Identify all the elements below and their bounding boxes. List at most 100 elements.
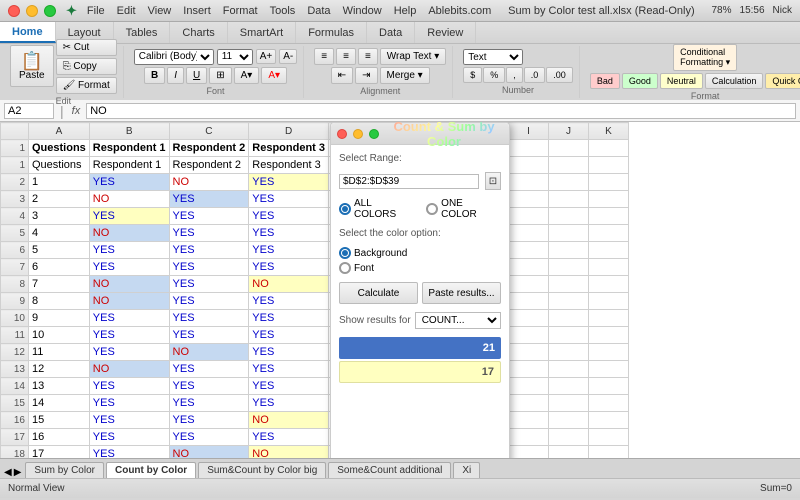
empty-cell[interactable]: [549, 327, 589, 344]
grid-cell[interactable]: YES: [89, 310, 169, 327]
menu-ablebits[interactable]: Ablebits.com: [428, 5, 491, 17]
grid-cell[interactable]: NO: [169, 174, 249, 191]
row-num-12[interactable]: 12: [1, 344, 29, 361]
cell-question[interactable]: 7: [29, 276, 90, 293]
traffic-lights[interactable]: [8, 5, 56, 17]
row-num-16[interactable]: 16: [1, 412, 29, 429]
fill-color-button[interactable]: A▾: [234, 67, 260, 84]
row-num-9[interactable]: 9: [1, 293, 29, 310]
font-radio[interactable]: [339, 262, 351, 274]
currency-button[interactable]: $: [463, 67, 482, 83]
close-button[interactable]: [8, 5, 20, 17]
col-header-i[interactable]: I: [509, 123, 549, 140]
grid-cell[interactable]: YES: [249, 174, 329, 191]
font-color-button[interactable]: A▾: [261, 67, 287, 84]
grid-cell[interactable]: YES: [169, 412, 249, 429]
underline-button[interactable]: U: [186, 67, 207, 84]
one-color-radio[interactable]: [426, 203, 438, 215]
tab-formulas[interactable]: Formulas: [296, 22, 367, 43]
empty-cell[interactable]: [509, 361, 549, 378]
grid-cell[interactable]: YES: [169, 310, 249, 327]
sheet-tab-xi[interactable]: Xi: [453, 462, 480, 478]
cell-question[interactable]: 15: [29, 412, 90, 429]
grid-cell[interactable]: NO: [89, 293, 169, 310]
empty-cell[interactable]: [589, 208, 629, 225]
cell-question[interactable]: 4: [29, 225, 90, 242]
grid-cell[interactable]: NO: [169, 344, 249, 361]
panel-close-button[interactable]: [337, 129, 347, 139]
cut-button[interactable]: ✂ Cut: [56, 39, 117, 56]
bold-button[interactable]: B: [144, 67, 165, 84]
row-num-3[interactable]: 3: [1, 191, 29, 208]
range-input[interactable]: [339, 174, 479, 189]
empty-cell[interactable]: [549, 242, 589, 259]
grid-cell[interactable]: YES: [169, 191, 249, 208]
format-bad[interactable]: Bad: [590, 73, 620, 89]
grid-cell[interactable]: YES: [249, 378, 329, 395]
cell-question[interactable]: 17: [29, 446, 90, 459]
empty-cell[interactable]: [589, 174, 629, 191]
format-neutral[interactable]: Neutral: [660, 73, 703, 89]
cell-d1[interactable]: Respondent 3: [249, 140, 329, 157]
empty-cell[interactable]: [549, 310, 589, 327]
empty-cell[interactable]: [549, 191, 589, 208]
grid-cell[interactable]: YES: [169, 276, 249, 293]
empty-cell[interactable]: [509, 327, 549, 344]
menu-insert[interactable]: Insert: [183, 5, 211, 17]
empty-cell[interactable]: [549, 174, 589, 191]
minimize-button[interactable]: [26, 5, 38, 17]
grid-cell[interactable]: NO: [89, 225, 169, 242]
tab-charts[interactable]: Charts: [170, 22, 227, 43]
empty-cell[interactable]: [509, 344, 549, 361]
grid-cell[interactable]: NO: [249, 446, 329, 459]
empty-cell[interactable]: [589, 310, 629, 327]
empty-cell[interactable]: [589, 276, 629, 293]
format-calculation[interactable]: Calculation: [705, 73, 764, 89]
row-num-5[interactable]: 5: [1, 225, 29, 242]
grid-cell[interactable]: NO: [89, 191, 169, 208]
empty-cell[interactable]: [509, 242, 549, 259]
grid-cell[interactable]: YES: [249, 395, 329, 412]
tab-review[interactable]: Review: [415, 22, 476, 43]
empty-cell[interactable]: [509, 174, 549, 191]
format-good[interactable]: Good: [622, 73, 658, 89]
grid-cell[interactable]: Respondent 1: [89, 157, 169, 174]
cell-question[interactable]: 5: [29, 242, 90, 259]
col-header-b[interactable]: B: [89, 123, 169, 140]
row-num-7[interactable]: 7: [1, 259, 29, 276]
sheet-tab-some-count[interactable]: Some&Count additional: [328, 462, 451, 478]
empty-cell[interactable]: [589, 378, 629, 395]
indent-left-button[interactable]: ⇤: [331, 67, 353, 84]
grid-cell[interactable]: YES: [249, 361, 329, 378]
empty-cell[interactable]: [549, 361, 589, 378]
grid-cell[interactable]: YES: [249, 242, 329, 259]
row-num-1[interactable]: 1: [1, 157, 29, 174]
empty-cell[interactable]: [509, 191, 549, 208]
cell-question[interactable]: 2: [29, 191, 90, 208]
empty-cell[interactable]: [589, 242, 629, 259]
grid-cell[interactable]: YES: [169, 225, 249, 242]
menu-format[interactable]: Format: [223, 5, 258, 17]
format-quick-cell[interactable]: Quick Cell: [765, 73, 800, 89]
grid-cell[interactable]: YES: [169, 429, 249, 446]
range-picker-button[interactable]: ⊡: [485, 172, 501, 190]
grid-cell[interactable]: YES: [89, 344, 169, 361]
italic-button[interactable]: I: [167, 67, 184, 84]
cell-question[interactable]: 3: [29, 208, 90, 225]
menu-edit[interactable]: Edit: [117, 5, 136, 17]
number-format-select[interactable]: Text: [463, 49, 523, 65]
all-colors-option[interactable]: ALL COLORS: [339, 198, 416, 220]
row-num-17[interactable]: 17: [1, 429, 29, 446]
format-painter-button[interactable]: 🖌 Format: [56, 77, 117, 94]
empty-cell[interactable]: [549, 208, 589, 225]
menu-help[interactable]: Help: [394, 5, 417, 17]
grid-cell[interactable]: YES: [249, 310, 329, 327]
row-num-6[interactable]: 6: [1, 242, 29, 259]
align-right-button[interactable]: ≡: [358, 48, 378, 65]
panel-minimize-button[interactable]: [353, 129, 363, 139]
empty-cell[interactable]: [589, 327, 629, 344]
align-left-button[interactable]: ≡: [314, 48, 334, 65]
border-button[interactable]: ⊞: [209, 67, 231, 84]
grid-cell[interactable]: YES: [169, 361, 249, 378]
empty-cell[interactable]: [549, 225, 589, 242]
